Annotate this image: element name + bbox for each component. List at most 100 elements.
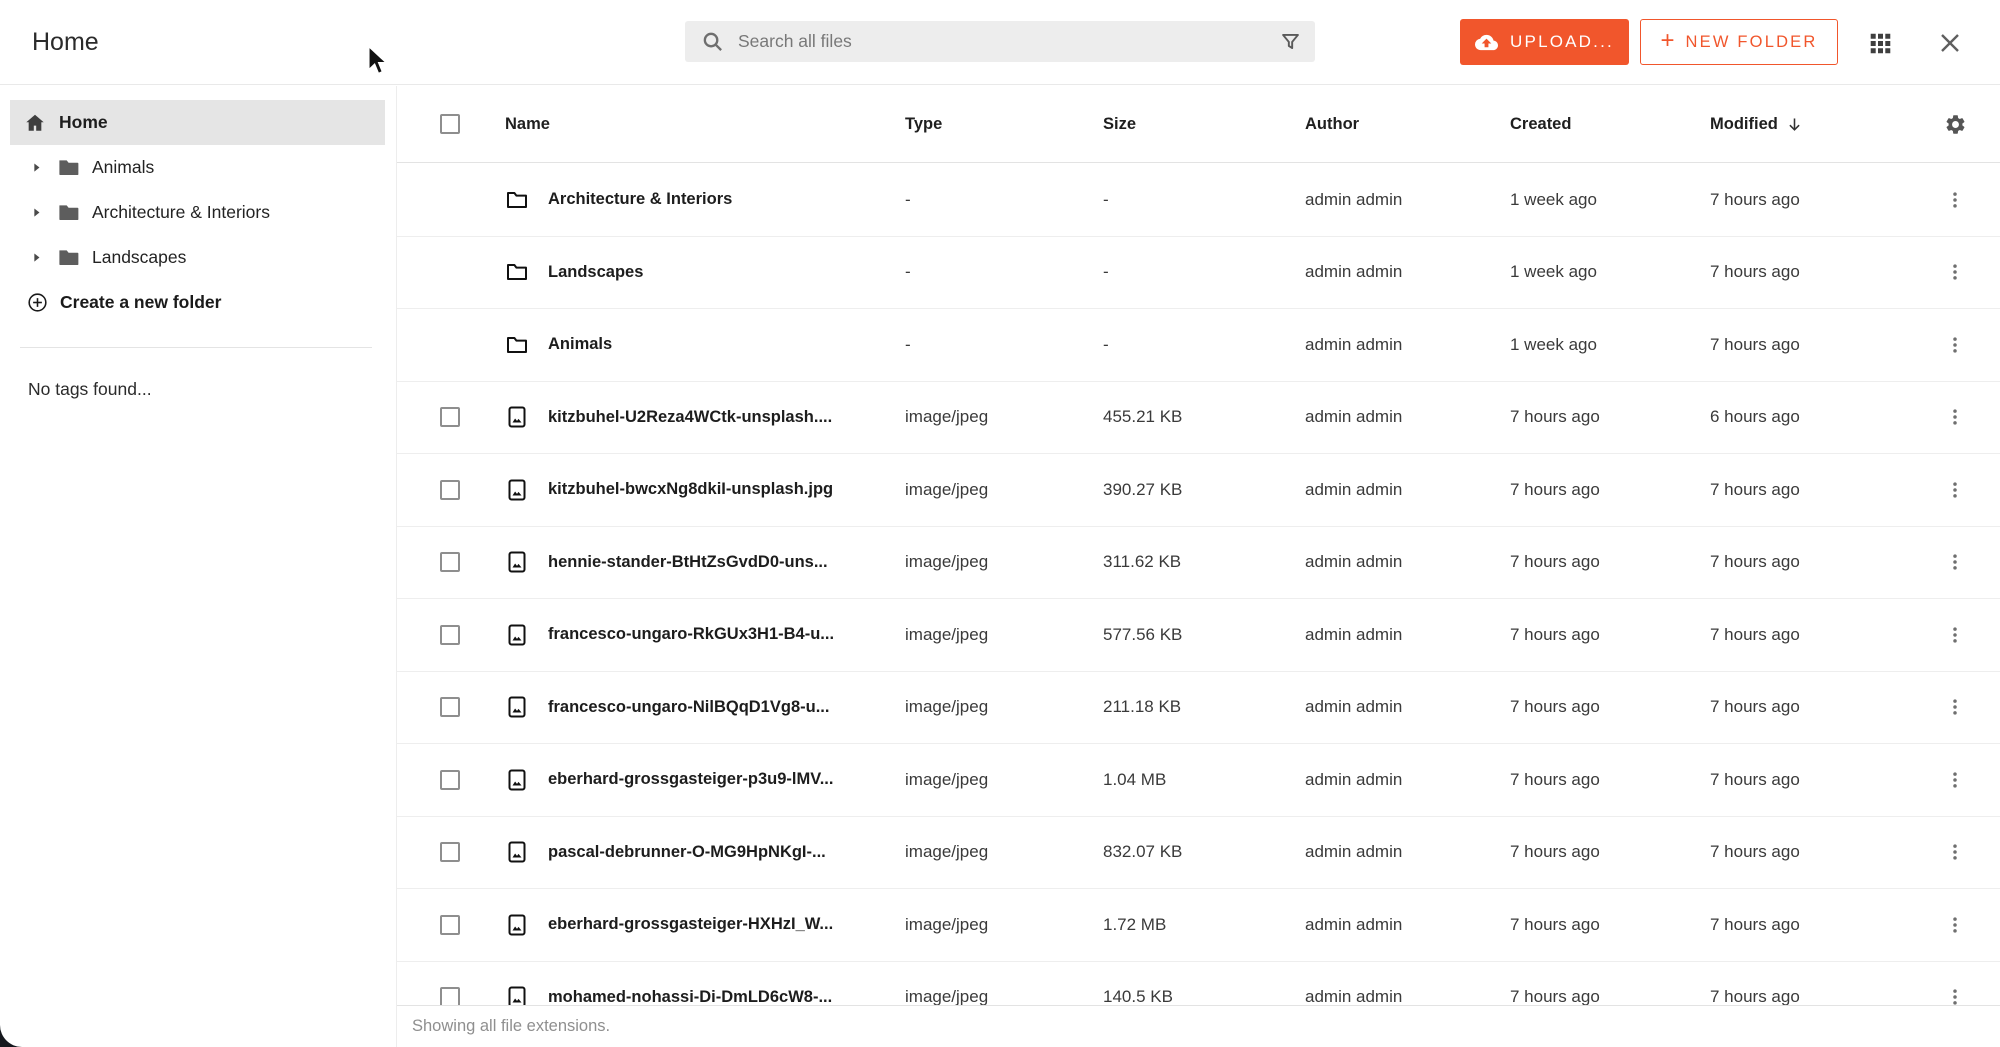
file-type: -	[905, 335, 1103, 355]
new-folder-button-label: NEW FOLDER	[1686, 33, 1818, 52]
column-header-modified[interactable]: Modified	[1710, 115, 1910, 134]
chevron-right-icon[interactable]	[30, 206, 44, 219]
file-author: admin admin	[1305, 842, 1510, 862]
create-new-folder-button[interactable]: Create a new folder	[0, 280, 396, 325]
kebab-menu-icon[interactable]	[1910, 914, 2000, 936]
kebab-menu-icon[interactable]	[1910, 769, 2000, 791]
file-created: 7 hours ago	[1510, 552, 1710, 572]
column-header-type[interactable]: Type	[905, 115, 1103, 134]
file-size: 1.72 MB	[1103, 915, 1305, 935]
kebab-menu-icon[interactable]	[1910, 624, 2000, 646]
file-size: 390.27 KB	[1103, 480, 1305, 500]
sidebar-item-home[interactable]: Home	[10, 100, 385, 145]
table-row[interactable]: Architecture & Interiors - - admin admin…	[397, 164, 2000, 237]
select-all-checkbox[interactable]	[440, 114, 460, 134]
table-row[interactable]: kitzbuhel-U2Reza4WCtk-unsplash.... image…	[397, 382, 2000, 455]
folder-icon	[57, 246, 80, 269]
file-author: admin admin	[1305, 480, 1510, 500]
folder-icon	[505, 260, 529, 284]
sidebar-folder-item[interactable]: Landscapes	[0, 235, 396, 280]
file-name: francesco-ungaro-NilBQqD1Vg8-u...	[548, 698, 829, 717]
file-size: -	[1103, 335, 1305, 355]
kebab-menu-icon[interactable]	[1910, 261, 2000, 283]
table-row[interactable]: francesco-ungaro-NilBQqD1Vg8-u... image/…	[397, 672, 2000, 745]
table-row[interactable]: Landscapes - - admin admin 1 week ago 7 …	[397, 237, 2000, 310]
table-row[interactable]: eberhard-grossgasteiger-p3u9-lMV... imag…	[397, 744, 2000, 817]
chevron-right-icon[interactable]	[30, 251, 44, 264]
kebab-menu-icon[interactable]	[1910, 406, 2000, 428]
file-author: admin admin	[1305, 915, 1510, 935]
kebab-menu-icon[interactable]	[1910, 841, 2000, 863]
image-icon	[505, 840, 529, 864]
settings-gear-icon[interactable]	[1910, 113, 2000, 136]
kebab-menu-icon[interactable]	[1910, 334, 2000, 356]
file-type: image/jpeg	[905, 407, 1103, 427]
image-icon	[505, 478, 529, 502]
search-input[interactable]	[738, 31, 1280, 52]
file-modified: 7 hours ago	[1710, 697, 1910, 717]
table-row[interactable]: francesco-ungaro-RkGUx3H1-B4-u... image/…	[397, 599, 2000, 672]
search-box[interactable]	[685, 21, 1315, 62]
kebab-menu-icon[interactable]	[1910, 479, 2000, 501]
file-created: 7 hours ago	[1510, 697, 1710, 717]
image-icon	[505, 623, 529, 647]
row-checkbox[interactable]	[440, 480, 460, 500]
row-checkbox[interactable]	[440, 625, 460, 645]
sidebar-folder-label: Landscapes	[92, 247, 186, 268]
sidebar-divider	[20, 347, 372, 348]
row-checkbox[interactable]	[440, 407, 460, 427]
new-folder-button[interactable]: + NEW FOLDER	[1640, 19, 1838, 65]
kebab-menu-icon[interactable]	[1910, 189, 2000, 211]
file-created: 7 hours ago	[1510, 770, 1710, 790]
page-title: Home	[32, 28, 99, 57]
table-row[interactable]: pascal-debrunner-O-MG9HpNKgI-... image/j…	[397, 817, 2000, 890]
folder-icon	[505, 333, 529, 357]
close-icon[interactable]	[1936, 29, 1964, 57]
plus-icon: +	[1660, 27, 1674, 55]
sidebar-item-label: Home	[59, 112, 108, 133]
file-type: image/jpeg	[905, 625, 1103, 645]
row-checkbox[interactable]	[440, 915, 460, 935]
top-bar: Home UPLOAD... + NEW FOLDER	[0, 0, 2000, 85]
no-tags-message: No tags found...	[28, 379, 152, 400]
file-name: Landscapes	[548, 263, 643, 282]
sidebar-folder-item[interactable]: Animals	[0, 145, 396, 190]
image-icon	[505, 405, 529, 429]
file-type: image/jpeg	[905, 770, 1103, 790]
file-size: -	[1103, 190, 1305, 210]
row-checkbox[interactable]	[440, 842, 460, 862]
table-row[interactable]: hennie-stander-BtHtZsGvdD0-uns... image/…	[397, 527, 2000, 600]
column-header-author[interactable]: Author	[1305, 115, 1510, 134]
upload-button[interactable]: UPLOAD...	[1460, 19, 1629, 65]
file-modified: 7 hours ago	[1710, 262, 1910, 282]
image-icon	[505, 695, 529, 719]
file-modified: 7 hours ago	[1710, 770, 1910, 790]
column-header-size[interactable]: Size	[1103, 115, 1305, 134]
table-row[interactable]: kitzbuhel-bwcxNg8dkiI-unsplash.jpg image…	[397, 454, 2000, 527]
filter-icon[interactable]	[1280, 31, 1301, 52]
kebab-menu-icon[interactable]	[1910, 551, 2000, 573]
column-header-created[interactable]: Created	[1510, 115, 1710, 134]
folder-icon	[57, 201, 80, 224]
file-author: admin admin	[1305, 552, 1510, 572]
sidebar: Home Animals Architecture & Interiors La…	[0, 86, 396, 1047]
file-created: 7 hours ago	[1510, 480, 1710, 500]
table-row[interactable]: eberhard-grossgasteiger-HXHzI_W... image…	[397, 889, 2000, 962]
upload-button-label: UPLOAD...	[1510, 32, 1614, 52]
home-icon	[24, 112, 46, 134]
chevron-right-icon[interactable]	[30, 161, 44, 174]
file-author: admin admin	[1305, 697, 1510, 717]
column-header-name[interactable]: Name	[505, 115, 905, 134]
kebab-menu-icon[interactable]	[1910, 696, 2000, 718]
sidebar-folder-item[interactable]: Architecture & Interiors	[0, 190, 396, 235]
file-modified: 7 hours ago	[1710, 335, 1910, 355]
file-name: kitzbuhel-bwcxNg8dkiI-unsplash.jpg	[548, 480, 833, 499]
row-checkbox[interactable]	[440, 770, 460, 790]
table-row[interactable]: Animals - - admin admin 1 week ago 7 hou…	[397, 309, 2000, 382]
sidebar-folder-label: Animals	[92, 157, 154, 178]
row-checkbox[interactable]	[440, 697, 460, 717]
folder-icon	[57, 156, 80, 179]
grid-view-icon[interactable]	[1866, 29, 1894, 57]
folder-icon	[505, 188, 529, 212]
row-checkbox[interactable]	[440, 552, 460, 572]
